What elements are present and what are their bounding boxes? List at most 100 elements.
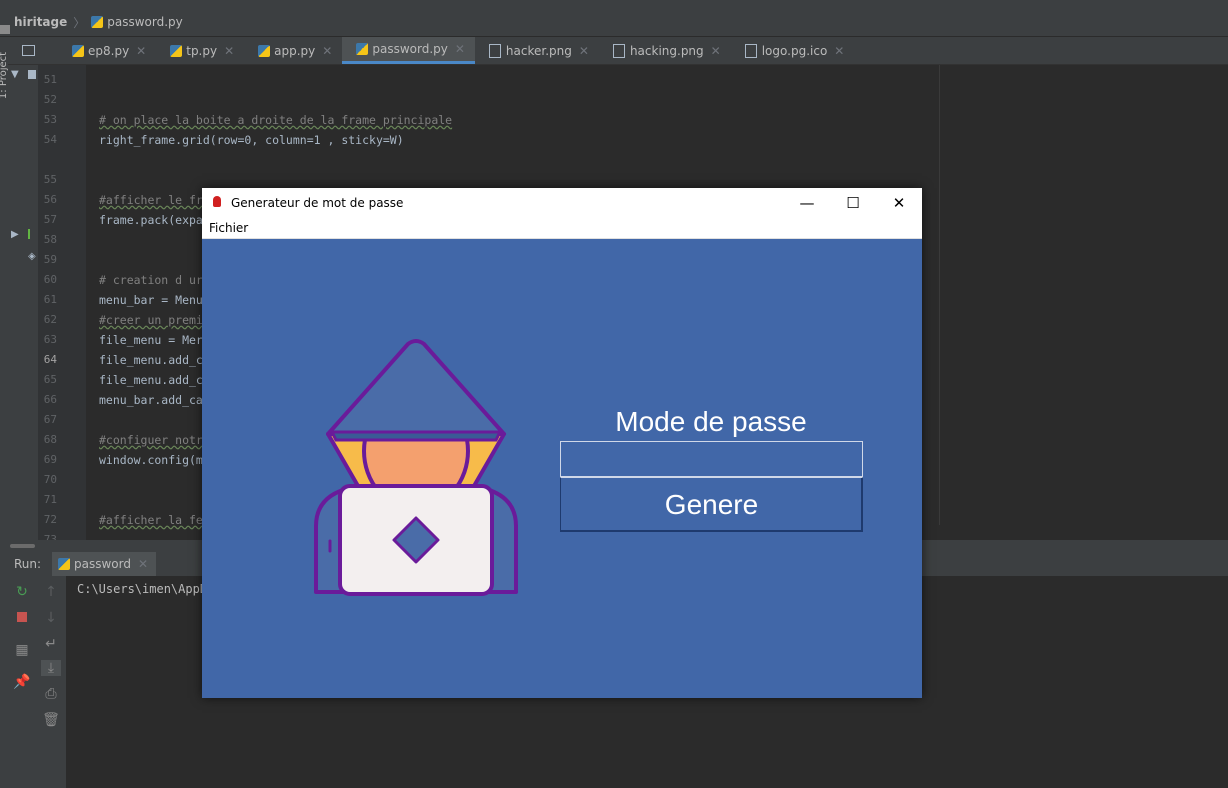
- trash-icon[interactable]: 🗑: [41, 712, 61, 728]
- scrollbar-thumb[interactable]: [10, 544, 35, 548]
- line-number: 58: [43, 233, 57, 246]
- line-number: 55: [43, 173, 57, 186]
- code-line[interactable]: #creer un premi: [99, 313, 203, 327]
- line-number: 69: [43, 453, 57, 466]
- pin-icon[interactable]: 📌: [12, 674, 32, 690]
- line-number: 62: [43, 313, 57, 326]
- close-icon[interactable]: ✕: [322, 44, 332, 58]
- code-line[interactable]: #afficher la fe: [99, 513, 203, 527]
- close-icon[interactable]: ✕: [138, 557, 148, 571]
- tab-app-py[interactable]: app.py ✕: [244, 37, 342, 64]
- code-line[interactable]: frame.pack(expa: [99, 213, 203, 227]
- generate-button[interactable]: Genere: [560, 477, 863, 532]
- expand-arrow-icon[interactable]: ▼: [11, 69, 19, 80]
- close-icon[interactable]: ✕: [711, 44, 721, 58]
- line-number: 61: [43, 293, 57, 306]
- arrow-down-icon[interactable]: ↓: [41, 610, 61, 626]
- close-icon[interactable]: ✕: [224, 44, 234, 58]
- breadcrumb-project[interactable]: hiritage: [14, 15, 67, 29]
- hacker-illustration: [314, 339, 518, 596]
- line-number: 53: [43, 113, 57, 126]
- python-file-icon: [170, 44, 183, 57]
- image-file-icon: [488, 43, 501, 58]
- line-number-gutter: 51 52 53 54 55 56 57 58 59 60 61 62 63 6…: [38, 65, 86, 546]
- close-button[interactable]: ✕: [876, 188, 922, 218]
- line-number: 67: [43, 413, 57, 426]
- menu-bar: Fichier: [202, 218, 922, 239]
- tab-label: hacker.png: [505, 43, 572, 58]
- arrow-up-icon[interactable]: ↑: [41, 584, 61, 600]
- line-number: 65: [43, 373, 57, 386]
- code-line[interactable]: file_menu.add_c: [99, 353, 203, 367]
- expand-arrow-icon[interactable]: ▶: [11, 229, 19, 240]
- breadcrumb: hiritage 〉 password.py: [0, 8, 1228, 37]
- line-number: 59: [43, 253, 57, 266]
- code-line[interactable]: file_menu.add_c: [99, 373, 203, 387]
- tab-logo-pg-ico[interactable]: logo.pg.ico ✕: [731, 37, 855, 64]
- console-output: C:\Users\imen\AppD: [77, 582, 208, 596]
- tab-hacking-png[interactable]: hacking.png ✕: [599, 37, 731, 64]
- window-titlebar[interactable]: Generateur de mot de passe — ☐ ✕: [202, 188, 922, 218]
- password-heading: Mode de passe: [615, 406, 807, 437]
- close-icon[interactable]: ✕: [136, 44, 146, 58]
- line-number: 71: [43, 493, 57, 506]
- tab-tp-py[interactable]: tp.py ✕: [156, 37, 244, 64]
- code-line[interactable]: #configuer notr: [99, 433, 203, 447]
- line-number: 68: [43, 433, 57, 446]
- line-number: 54: [43, 133, 57, 146]
- breadcrumb-file[interactable]: password.py: [107, 15, 183, 29]
- code-line[interactable]: # creation d ur: [99, 273, 203, 287]
- close-icon[interactable]: ✕: [455, 42, 465, 56]
- line-number-current: 64: [43, 353, 57, 366]
- minimize-button[interactable]: —: [784, 188, 830, 218]
- tk-app-window: Generateur de mot de passe — ☐ ✕ Fichier…: [202, 188, 922, 698]
- python-file-icon: [91, 16, 104, 28]
- tab-password-py[interactable]: password.py ✕: [342, 37, 475, 64]
- code-line[interactable]: # on place la boite a droite de la frame…: [99, 113, 452, 127]
- menu-fichier[interactable]: Fichier: [209, 221, 248, 235]
- maximize-button[interactable]: ☐: [830, 188, 876, 218]
- python-file-icon: [258, 44, 271, 57]
- line-number: 52: [43, 93, 57, 106]
- code-line[interactable]: right_frame.grid(row=0, column=1 , stick…: [99, 133, 404, 147]
- tk-feather-icon: [213, 196, 221, 207]
- line-number: 66: [43, 393, 57, 406]
- tab-label: tp.py: [186, 43, 218, 58]
- line-number: 72: [43, 513, 57, 526]
- code-line[interactable]: menu_bar.add_ca: [99, 393, 203, 407]
- print-icon[interactable]: ⎙: [41, 686, 61, 702]
- close-icon[interactable]: ✕: [579, 44, 589, 58]
- password-output-entry[interactable]: [560, 441, 863, 477]
- line-number: 63: [43, 333, 57, 346]
- scroll-to-end-icon[interactable]: ⤓: [41, 660, 61, 676]
- python-file-icon: [72, 44, 84, 57]
- line-number: 70: [43, 473, 57, 486]
- tab-hacker-png[interactable]: hacker.png ✕: [475, 37, 599, 64]
- run-tab-label: password: [74, 557, 131, 571]
- folder-icon: [0, 25, 10, 34]
- layout-icon[interactable]: ▦: [12, 642, 32, 658]
- rerun-icon[interactable]: ↻: [12, 584, 32, 600]
- line-number: 60: [43, 273, 57, 286]
- code-line[interactable]: menu_bar = Menu: [99, 293, 203, 307]
- tab-label: app.py: [274, 43, 316, 58]
- line-number: 51: [43, 73, 57, 86]
- run-tab-password[interactable]: password ✕: [52, 552, 157, 576]
- python-icon: [58, 558, 70, 570]
- code-line[interactable]: file_menu = Mer: [99, 333, 203, 347]
- run-label: Run:: [14, 557, 42, 571]
- soft-wrap-icon[interactable]: ↵: [41, 636, 61, 652]
- top-strip: [0, 0, 1228, 8]
- code-line[interactable]: #afficher le fr: [99, 193, 203, 207]
- code-line[interactable]: window.config(m: [99, 453, 203, 467]
- stop-icon[interactable]: [12, 610, 32, 626]
- folder-icon: [28, 70, 36, 79]
- scratches-icon: ◈: [28, 251, 36, 262]
- tab-label: hacking.png: [629, 43, 704, 58]
- tab-label: logo.pg.ico: [761, 43, 828, 58]
- close-icon[interactable]: ✕: [834, 44, 844, 58]
- tab-ep8-py[interactable]: ep8.py ✕: [58, 37, 156, 64]
- tab-list-button[interactable]: [8, 37, 58, 64]
- editor-tabs: ep8.py ✕ tp.py ✕ app.py ✕ password.py ✕ …: [8, 37, 1228, 65]
- window-icon: [22, 45, 35, 56]
